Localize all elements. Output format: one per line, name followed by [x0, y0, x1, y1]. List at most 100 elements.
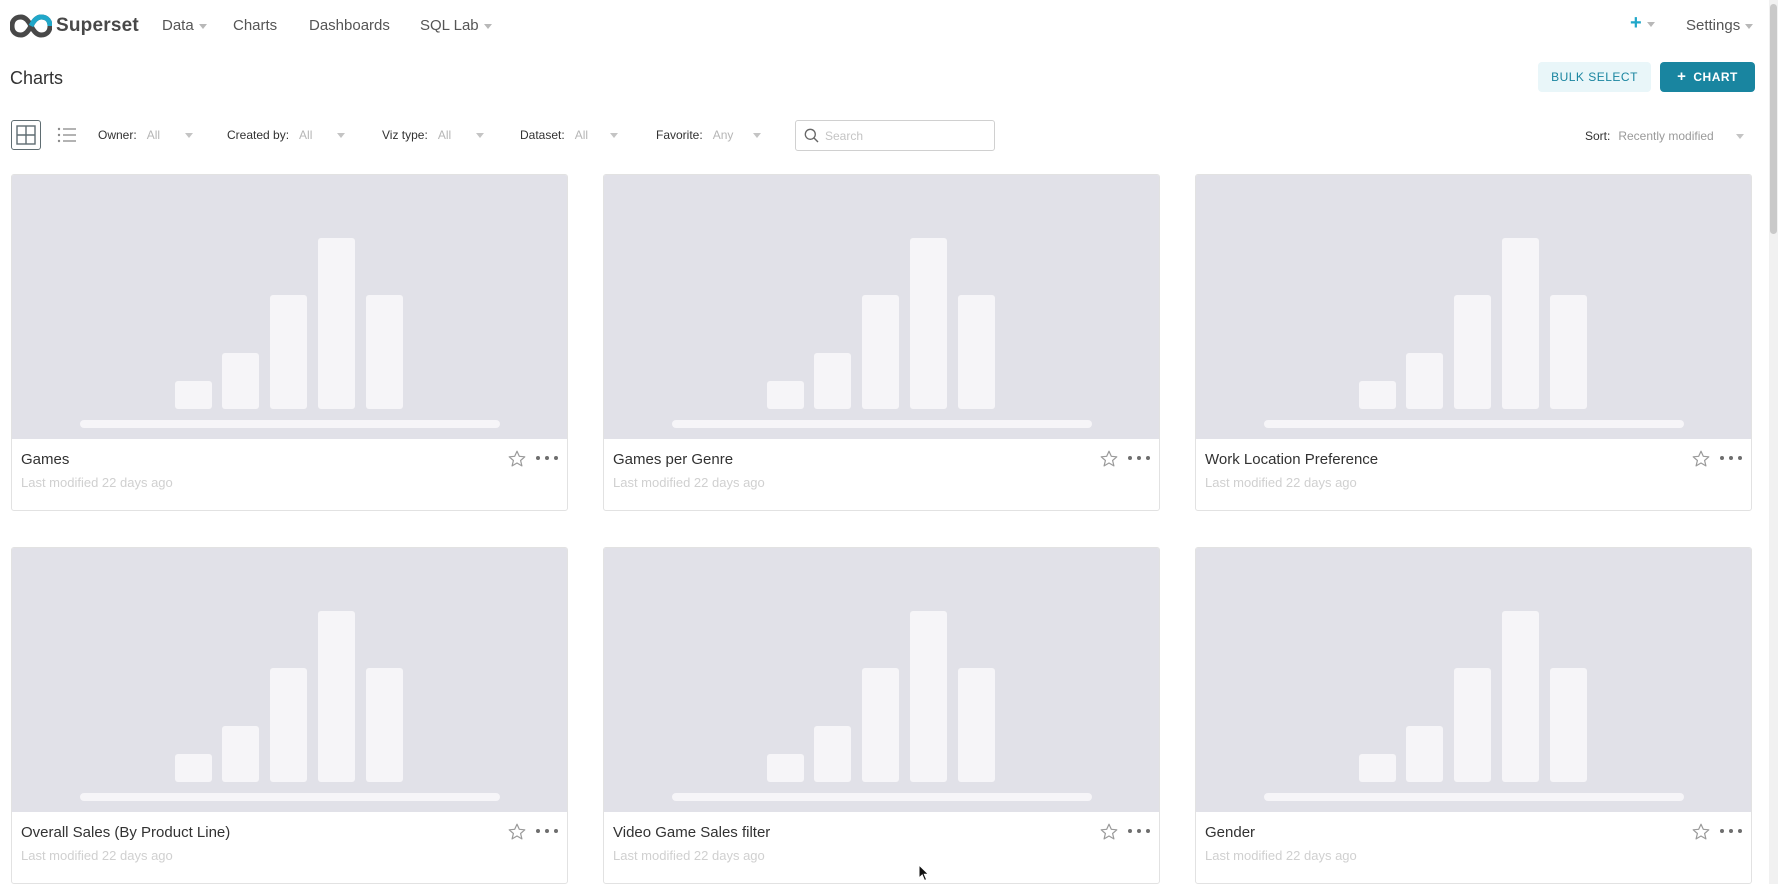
filter-dataset-label: Dataset:: [520, 128, 565, 142]
filter-viz-type[interactable]: Viz type: All: [382, 128, 485, 142]
filter-created-by-label: Created by:: [227, 128, 290, 142]
chevron-down-icon: [483, 23, 492, 29]
nav-item-dashboards-label: Dashboards: [309, 17, 390, 34]
chart-card[interactable]: Games Last modified 22 days ago: [11, 174, 568, 511]
nav-item-sql-lab[interactable]: SQL Lab: [420, 17, 492, 34]
scrollbar-thumb[interactable]: [1770, 4, 1777, 234]
chevron-down-icon: [198, 23, 207, 29]
more-horizontal-icon[interactable]: [1128, 829, 1150, 835]
nav-item-charts[interactable]: Charts: [233, 17, 277, 34]
sort-value: Recently modified: [1618, 129, 1714, 143]
card-view-button[interactable]: [11, 120, 41, 150]
filter-dataset[interactable]: Dataset: All: [520, 128, 619, 142]
superset-logo-icon: [10, 14, 52, 38]
chart-card-modified: Last modified 22 days ago: [21, 475, 173, 490]
settings-label: Settings: [1686, 17, 1741, 34]
settings-menu[interactable]: Settings: [1686, 17, 1754, 34]
brand-name: Superset: [56, 15, 139, 36]
sort-label: Sort:: [1585, 129, 1611, 143]
filter-owner-label: Owner:: [98, 128, 137, 142]
filter-favorite-label: Favorite:: [656, 128, 703, 142]
filter-favorite[interactable]: Favorite: Any: [656, 128, 762, 142]
bulk-select-label: BULK SELECT: [1551, 70, 1638, 84]
chart-card-modified: Last modified 22 days ago: [1205, 475, 1357, 490]
chart-card-modified: Last modified 22 days ago: [21, 848, 173, 863]
chart-card-modified: Last modified 22 days ago: [613, 475, 765, 490]
chart-thumbnail[interactable]: [604, 175, 1159, 439]
card-view-icon: [16, 125, 36, 145]
chart-thumbnail[interactable]: [12, 175, 567, 439]
star-icon[interactable]: [1691, 449, 1711, 469]
more-horizontal-icon[interactable]: [536, 456, 558, 462]
chart-thumbnail[interactable]: [12, 548, 567, 812]
new-item-menu[interactable]: +: [1630, 12, 1655, 35]
search-box[interactable]: [795, 120, 995, 151]
chart-placeholder-icon: [1264, 238, 1684, 428]
star-icon[interactable]: [1099, 822, 1119, 842]
nav-item-sql-lab-label: SQL Lab: [420, 17, 479, 34]
plus-icon: +: [1677, 67, 1687, 85]
chevron-down-icon: [1745, 23, 1754, 29]
chart-card-title[interactable]: Video Game Sales filter: [613, 824, 770, 841]
navbar: Superset Data Charts Dashboards SQL Lab …: [0, 0, 1778, 52]
filter-dataset-value: All: [574, 128, 589, 142]
more-horizontal-icon[interactable]: [1720, 456, 1742, 462]
more-horizontal-icon[interactable]: [1720, 829, 1742, 835]
page-title: Charts: [10, 68, 64, 88]
filter-viz-type-label: Viz type:: [382, 128, 428, 142]
chart-card-modified: Last modified 22 days ago: [1205, 848, 1357, 863]
chart-placeholder-icon: [80, 611, 500, 801]
chart-card-title[interactable]: Games: [21, 451, 69, 468]
chart-card-title[interactable]: Gender: [1205, 824, 1255, 841]
filter-created-by-value: All: [299, 128, 313, 142]
chart-card[interactable]: Gender Last modified 22 days ago: [1195, 547, 1752, 884]
chart-thumbnail[interactable]: [1196, 548, 1751, 812]
chevron-down-icon: [610, 132, 619, 138]
nav-item-charts-label: Charts: [233, 17, 278, 34]
filter-owner-value: All: [146, 128, 161, 142]
chevron-down-icon: [753, 132, 762, 138]
chevron-down-icon: [476, 132, 485, 138]
add-chart-label: CHART: [1693, 70, 1738, 84]
chart-card-title[interactable]: Games per Genre: [613, 451, 733, 468]
nav-item-dashboards[interactable]: Dashboards: [309, 17, 390, 34]
chart-card-modified: Last modified 22 days ago: [613, 848, 765, 863]
filter-viz-type-value: All: [437, 128, 452, 142]
filter-owner[interactable]: Owner: All: [98, 128, 194, 142]
list-view-icon: [57, 127, 76, 143]
star-icon[interactable]: [507, 449, 527, 469]
chart-card-title[interactable]: Work Location Preference: [1205, 451, 1378, 468]
search-icon: [804, 128, 819, 143]
more-horizontal-icon[interactable]: [1128, 456, 1150, 462]
chart-card-title[interactable]: Overall Sales (By Product Line): [21, 824, 230, 841]
chart-placeholder-icon: [672, 238, 1092, 428]
chart-thumbnail[interactable]: [604, 548, 1159, 812]
plus-icon: +: [1630, 12, 1642, 34]
chevron-down-icon: [185, 132, 194, 138]
nav-item-data-label: Data: [162, 17, 194, 34]
brand[interactable]: Superset: [10, 12, 139, 40]
sort-select[interactable]: Sort: Recently modified: [1585, 129, 1744, 143]
mouse-cursor-icon: [918, 864, 930, 882]
chevron-down-icon: [1646, 21, 1655, 27]
add-chart-button[interactable]: + CHART: [1660, 62, 1755, 92]
star-icon[interactable]: [507, 822, 527, 842]
filter-created-by[interactable]: Created by: All: [227, 128, 346, 142]
filter-favorite-value: Any: [712, 128, 734, 142]
chart-card[interactable]: Video Game Sales filter Last modified 22 …: [603, 547, 1160, 884]
chart-card[interactable]: Work Location Preference Last modified 22…: [1195, 174, 1752, 511]
chart-card[interactable]: Overall Sales (By Product Line) Last modi…: [11, 547, 568, 884]
more-horizontal-icon[interactable]: [536, 829, 558, 835]
chart-thumbnail[interactable]: [1196, 175, 1751, 439]
star-icon[interactable]: [1099, 449, 1119, 469]
chart-placeholder-icon: [80, 238, 500, 428]
search-input[interactable]: [825, 128, 985, 143]
list-view-button[interactable]: [52, 120, 82, 150]
bulk-select-button[interactable]: BULK SELECT: [1538, 62, 1651, 92]
star-icon[interactable]: [1691, 822, 1711, 842]
chart-card[interactable]: Games per Genre Last modified 22 days ago: [603, 174, 1160, 511]
chevron-down-icon: [1735, 133, 1744, 139]
chart-placeholder-icon: [672, 611, 1092, 801]
nav-item-data[interactable]: Data: [162, 17, 207, 34]
chart-placeholder-icon: [1264, 611, 1684, 801]
